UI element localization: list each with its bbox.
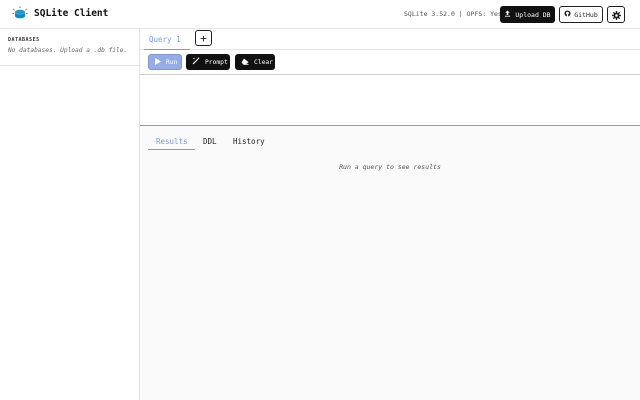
tab-ddl[interactable]: DDL [203, 133, 217, 150]
results-empty-message: Run a query to see results [339, 163, 441, 171]
main-panel: Query 1 + Run Prompt Clear Results DDL H… [140, 29, 640, 400]
play-icon [155, 57, 161, 67]
app-title: SQLite Client [34, 8, 109, 19]
upload-icon [504, 10, 511, 19]
gear-icon [611, 5, 621, 24]
sql-editor[interactable] [140, 76, 640, 126]
prompt-button[interactable]: Prompt [186, 54, 230, 70]
results-panel: Results DDL History Run a query to see r… [140, 126, 640, 400]
databases-heading: DATABASES [8, 37, 40, 43]
clear-button[interactable]: Clear [235, 54, 275, 70]
tab-query-1[interactable]: Query 1 [144, 29, 190, 50]
tab-results[interactable]: Results [148, 133, 195, 150]
no-databases-message: No databases. Upload a .db file. [8, 47, 128, 54]
github-button[interactable]: GitHub [559, 6, 603, 23]
magic-wand-icon [192, 57, 200, 67]
query-toolbar: Run Prompt Clear [140, 51, 640, 75]
version-status: SQLite 3.52.0 | OPFS: Yes [404, 10, 502, 18]
github-label: GitHub [574, 10, 598, 19]
sidebar-divider [0, 65, 140, 66]
app-header: SQLite Client SQLite 3.52.0 | OPFS: Yes … [0, 0, 640, 29]
database-spark-icon [12, 6, 28, 22]
eraser-icon [241, 58, 249, 67]
run-label: Run [166, 58, 178, 66]
upload-db-button[interactable]: Upload DB [500, 6, 555, 23]
clear-label: Clear [254, 58, 273, 66]
upload-db-label: Upload DB [515, 10, 551, 19]
github-icon [564, 10, 571, 19]
tab-history[interactable]: History [233, 133, 265, 150]
settings-button[interactable] [607, 6, 625, 23]
sidebar: DATABASES No databases. Upload a .db fil… [0, 29, 140, 400]
query-tab-bar: Query 1 + [140, 29, 640, 50]
prompt-label: Prompt [205, 58, 228, 66]
add-query-tab-button[interactable]: + [195, 30, 212, 46]
run-button[interactable]: Run [148, 54, 182, 70]
